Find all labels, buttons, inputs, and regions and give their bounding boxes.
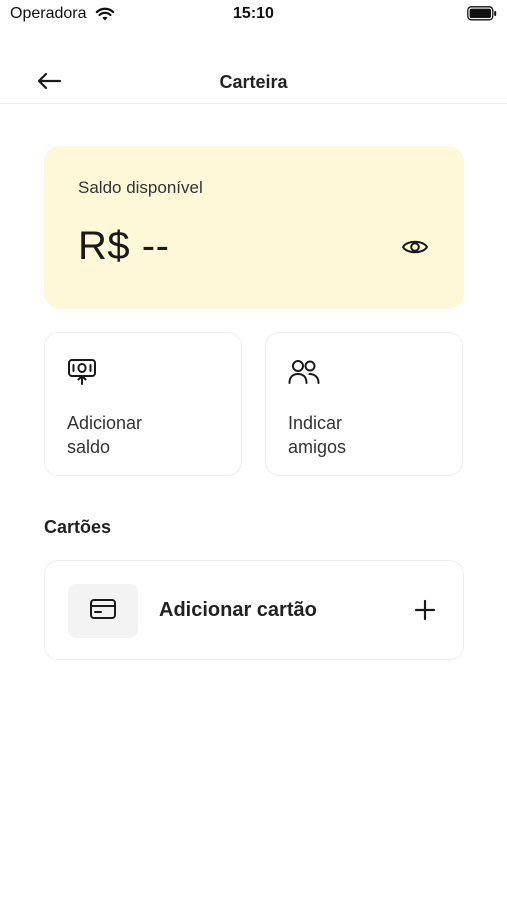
nav-bar: Carteira — [0, 60, 507, 104]
cards-section-title: Cartões — [44, 517, 112, 537]
add-card-label: Adicionar cartão — [159, 599, 317, 621]
refer-friends-button[interactable]: Indicar amigos — [265, 332, 463, 476]
card-thumbnail — [68, 584, 138, 638]
page-title: Carteira — [219, 72, 288, 92]
wallet-screen: Operadora 15:10 Carteira Saldo disponíve… — [0, 0, 507, 900]
toggle-balance-visibility-button[interactable] — [400, 234, 430, 264]
add-money-icon — [67, 357, 99, 387]
add-balance-label: Adicionar saldo — [67, 413, 143, 457]
balance-card: Saldo disponível R$ -- — [44, 146, 464, 309]
add-card-button[interactable]: Adicionar cartão — [44, 560, 464, 660]
status-time: 15:10 — [233, 5, 274, 22]
users-icon — [288, 357, 320, 387]
balance-value: R$ -- — [78, 224, 170, 268]
refer-friends-label: Indicar amigos — [288, 413, 347, 457]
credit-card-icon — [89, 598, 117, 625]
add-balance-button[interactable]: Adicionar saldo — [44, 332, 242, 476]
status-bar: Operadora 15:10 — [0, 0, 507, 30]
battery-icon — [467, 6, 497, 26]
plus-icon — [413, 598, 437, 622]
balance-label: Saldo disponível — [78, 178, 203, 197]
eye-icon — [401, 237, 429, 262]
